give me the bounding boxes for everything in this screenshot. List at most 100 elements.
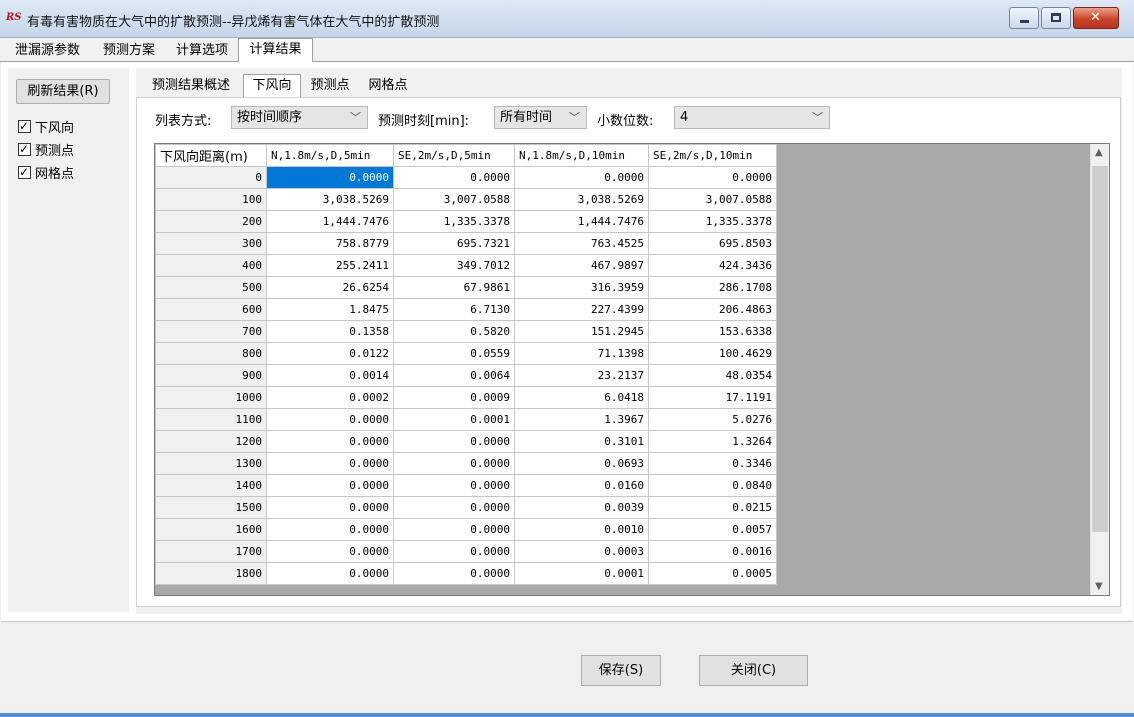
refresh-results-button[interactable]: 刷新结果(R) <box>16 79 110 104</box>
minimize-button[interactable] <box>1009 7 1039 29</box>
table-row[interactable]: 700 0.1358 0.5820 151.2945 153.6338 <box>155 320 777 343</box>
table-cell[interactable]: 255.2411 <box>266 254 394 277</box>
tab-grid-points[interactable]: 网格点 <box>360 76 416 96</box>
table-cell[interactable]: 1,444.7476 <box>514 210 649 233</box>
row-header-cell[interactable]: 700 <box>155 320 267 343</box>
table-cell[interactable]: 71.1398 <box>514 342 649 365</box>
tab-prediction-plan[interactable]: 预测方案 <box>96 40 162 61</box>
table-cell[interactable]: 1,444.7476 <box>266 210 394 233</box>
results-grid[interactable]: 下风向距离(m) N,1.8m/s,D,5min SE,2m/s,D,5min … <box>154 143 1110 596</box>
table-cell[interactable]: 17.1191 <box>648 386 777 409</box>
close-window-button[interactable] <box>1073 7 1119 29</box>
table-row[interactable]: 300 758.8779 695.7321 763.4525 695.8503 <box>155 232 777 255</box>
table-cell[interactable]: 23.2137 <box>514 364 649 387</box>
table-cell[interactable]: 0.0005 <box>648 562 777 585</box>
table-cell[interactable]: 0.0039 <box>514 496 649 519</box>
table-row[interactable]: 100 3,038.5269 3,007.0588 3,038.5269 3,007.0… <box>155 188 777 211</box>
row-header-cell[interactable]: 1500 <box>155 496 267 519</box>
row-header-cell[interactable]: 200 <box>155 210 267 233</box>
table-row[interactable]: 1800 0.0000 0.0000 0.0001 0.0005 <box>155 562 777 585</box>
predict-time-select[interactable]: 所有时间 ﹀ <box>494 106 587 129</box>
table-row[interactable]: 900 0.0014 0.0064 23.2137 48.0354 <box>155 364 777 387</box>
table-cell[interactable]: 0.0000 <box>648 166 777 189</box>
table-cell[interactable]: 5.0276 <box>648 408 777 431</box>
table-cell[interactable]: 100.4629 <box>648 342 777 365</box>
row-header-cell[interactable]: 800 <box>155 342 267 365</box>
table-row[interactable]: 1600 0.0000 0.0000 0.0010 0.0057 <box>155 518 777 541</box>
table-row[interactable]: 600 1.8475 6.7130 227.4399 206.4863 <box>155 298 777 321</box>
row-header-cell[interactable]: 100 <box>155 188 267 211</box>
table-cell[interactable]: 151.2945 <box>514 320 649 343</box>
maximize-button[interactable] <box>1041 7 1071 29</box>
table-cell[interactable]: 0.0000 <box>393 430 515 453</box>
table-row[interactable]: 400 255.2411 349.7012 467.9897 424.3436 <box>155 254 777 277</box>
table-cell[interactable]: 227.4399 <box>514 298 649 321</box>
table-cell[interactable]: 0.1358 <box>266 320 394 343</box>
table-cell[interactable]: 0.0000 <box>514 166 649 189</box>
table-cell[interactable]: 0.0000 <box>393 540 515 563</box>
column-header[interactable]: N,1.8m/s,D,5min <box>266 144 394 167</box>
tab-calc-results[interactable]: 计算结果 <box>238 38 313 62</box>
table-cell[interactable]: 0.0000 <box>266 452 394 475</box>
table-cell[interactable]: 1.3264 <box>648 430 777 453</box>
tab-results-overview[interactable]: 预测结果概述 <box>142 76 240 96</box>
checkbox-downwind[interactable]: 下风向 <box>18 117 74 138</box>
table-cell[interactable]: 0.0000 <box>266 562 394 585</box>
table-cell[interactable]: 0.0064 <box>393 364 515 387</box>
scroll-down-icon[interactable]: ▼ <box>1095 581 1103 592</box>
table-row[interactable]: 800 0.0122 0.0559 71.1398 100.4629 <box>155 342 777 365</box>
table-row[interactable]: 1700 0.0000 0.0000 0.0003 0.0016 <box>155 540 777 563</box>
table-cell[interactable]: 0.0160 <box>514 474 649 497</box>
table-cell[interactable]: 0.0000 <box>266 518 394 541</box>
table-cell[interactable]: 48.0354 <box>648 364 777 387</box>
table-row[interactable]: 200 1,444.7476 1,335.3378 1,444.7476 1,335.3… <box>155 210 777 233</box>
column-header[interactable]: N,1.8m/s,D,10min <box>514 144 649 167</box>
table-cell[interactable]: 0.0000 <box>266 408 394 431</box>
table-cell[interactable]: 0.0016 <box>648 540 777 563</box>
table-row[interactable]: 1100 0.0000 0.0001 1.3967 5.0276 <box>155 408 777 431</box>
table-cell[interactable]: 0.0010 <box>514 518 649 541</box>
table-cell[interactable]: 0.0000 <box>393 562 515 585</box>
table-cell[interactable]: 0.0001 <box>514 562 649 585</box>
table-row[interactable]: 0 0.0000 0.0000 0.0000 0.0000 <box>155 166 777 189</box>
table-cell[interactable]: 349.7012 <box>393 254 515 277</box>
table-cell[interactable]: 763.4525 <box>514 232 649 255</box>
table-cell[interactable]: 6.7130 <box>393 298 515 321</box>
vertical-scrollbar[interactable]: ▲ ▼ <box>1090 144 1109 595</box>
row-header-cell[interactable]: 1600 <box>155 518 267 541</box>
table-cell[interactable]: 0.0000 <box>266 166 394 189</box>
column-header[interactable]: SE,2m/s,D,10min <box>648 144 777 167</box>
table-cell[interactable]: 0.3101 <box>514 430 649 453</box>
row-header-cell[interactable]: 400 <box>155 254 267 277</box>
table-cell[interactable]: 0.0009 <box>393 386 515 409</box>
table-cell[interactable]: 206.4863 <box>648 298 777 321</box>
row-header-cell[interactable]: 1100 <box>155 408 267 431</box>
table-cell[interactable]: 0.0122 <box>266 342 394 365</box>
table-cell[interactable]: 0.0001 <box>393 408 515 431</box>
column-header[interactable]: 下风向距离(m) <box>155 144 267 167</box>
scroll-up-icon[interactable]: ▲ <box>1095 147 1103 158</box>
table-cell[interactable]: 0.0000 <box>266 430 394 453</box>
row-header-cell[interactable]: 1000 <box>155 386 267 409</box>
table-cell[interactable]: 0.0014 <box>266 364 394 387</box>
table-cell[interactable]: 26.6254 <box>266 276 394 299</box>
table-cell[interactable]: 0.0693 <box>514 452 649 475</box>
table-cell[interactable]: 0.0000 <box>393 518 515 541</box>
save-button[interactable]: 保存(S) <box>581 655 661 686</box>
table-cell[interactable]: 67.9861 <box>393 276 515 299</box>
row-header-cell[interactable]: 1200 <box>155 430 267 453</box>
scroll-thumb[interactable] <box>1092 166 1108 532</box>
table-cell[interactable]: 0.5820 <box>393 320 515 343</box>
row-header-cell[interactable]: 900 <box>155 364 267 387</box>
table-cell[interactable]: 0.0000 <box>393 452 515 475</box>
table-cell[interactable]: 695.8503 <box>648 232 777 255</box>
table-cell[interactable]: 3,038.5269 <box>514 188 649 211</box>
row-header-cell[interactable]: 300 <box>155 232 267 255</box>
list-mode-select[interactable]: 按时间顺序 ﹀ <box>231 106 368 129</box>
table-cell[interactable]: 0.0215 <box>648 496 777 519</box>
table-cell[interactable]: 467.9897 <box>514 254 649 277</box>
checkbox-box[interactable] <box>18 117 31 135</box>
table-cell[interactable]: 0.0000 <box>393 496 515 519</box>
checkbox-predict-points[interactable]: 预测点 <box>18 140 74 161</box>
table-cell[interactable]: 0.0000 <box>266 474 394 497</box>
